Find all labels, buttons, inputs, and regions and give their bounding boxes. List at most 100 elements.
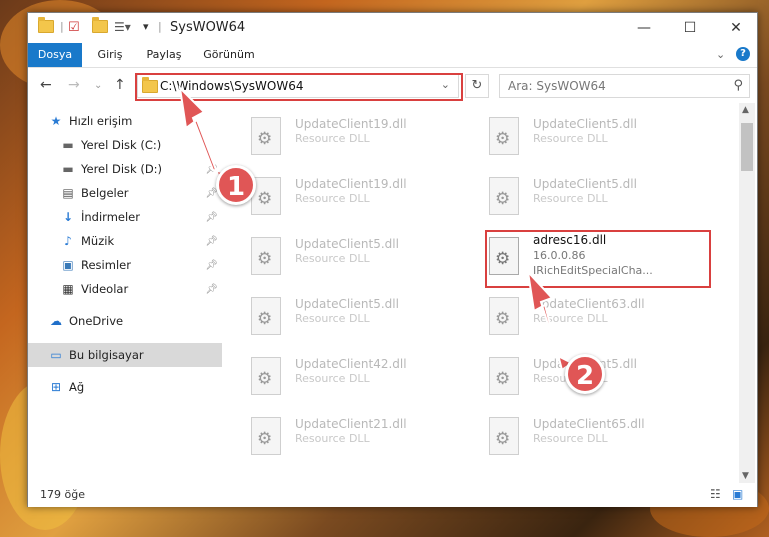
file-name: UpdateClient5.dll	[533, 177, 637, 191]
ribbon-expand-icon[interactable]: ⌄	[716, 48, 725, 61]
pin-icon[interactable]: 📌︎	[205, 236, 218, 247]
file-description: Resource DLL	[295, 312, 370, 325]
tab-file[interactable]: Dosya	[28, 43, 82, 67]
file-description: Resource DLL	[533, 432, 608, 445]
documents-icon: ▤	[62, 186, 74, 200]
new-folder-icon[interactable]	[92, 17, 108, 33]
nav-item-local-disk-d[interactable]: ▬ Yerel Disk (D:) 📌︎	[28, 157, 222, 181]
nav-item-music[interactable]: ♪ Müzik 📌︎	[28, 229, 222, 253]
recent-chevron-down-icon[interactable]: ⌄	[94, 80, 102, 91]
tab-home[interactable]: Giriş	[90, 43, 130, 67]
large-icons-view-icon[interactable]: ▣	[732, 487, 743, 501]
file-description: Resource DLL	[295, 132, 370, 145]
file-description: Resource DLL	[295, 252, 370, 265]
refresh-button[interactable]: ↻	[465, 74, 489, 98]
file-item[interactable]: UpdateClient21.dll Resource DLL	[243, 411, 473, 463]
status-bar: 179 öğe ☷ ▣	[28, 483, 757, 507]
help-icon[interactable]: ?	[736, 47, 750, 61]
search-input[interactable]: Ara: SysWOW64 ⚲	[499, 74, 750, 98]
pin-icon[interactable]: 📌︎	[205, 284, 218, 295]
scroll-up-icon[interactable]: ▲	[742, 105, 749, 115]
tab-view[interactable]: Görünüm	[198, 43, 260, 67]
scroll-thumb[interactable]	[741, 123, 753, 171]
pin-icon[interactable]: 📌︎	[205, 212, 218, 223]
cloud-icon: ☁	[50, 314, 62, 328]
file-name: UpdateClient19.dll	[295, 117, 407, 131]
file-name: UpdateClient5.dll	[295, 237, 399, 251]
item-count: 179 öğe	[40, 488, 85, 501]
nav-item-videos[interactable]: ▦ Videolar 📌︎	[28, 277, 222, 301]
ribbon-tabs: Dosya Giriş Paylaş Görünüm ⌄ ?	[28, 43, 757, 68]
file-item[interactable]: UpdateClient5.dll Resource DLL	[481, 171, 711, 223]
star-icon: ★	[50, 114, 62, 128]
file-description: Resource DLL	[533, 132, 608, 145]
nav-label: OneDrive	[69, 314, 124, 328]
video-icon: ▦	[62, 282, 74, 296]
pin-icon[interactable]: 📌︎	[205, 164, 218, 175]
nav-item-documents[interactable]: ▤ Belgeler 📌︎	[28, 181, 222, 205]
file-item[interactable]: UpdateClient5.dll Resource DLL	[243, 231, 473, 283]
dll-file-icon	[251, 297, 281, 335]
dll-file-icon	[489, 417, 519, 455]
music-icon: ♪	[64, 234, 72, 248]
file-name: UpdateClient19.dll	[295, 177, 407, 191]
folder-icon	[38, 17, 54, 33]
maximize-button[interactable]: ☐	[667, 13, 713, 43]
nav-item-quick-access[interactable]: ★ Hızlı erişim	[28, 109, 222, 133]
file-description: Resource DLL	[295, 432, 370, 445]
pin-icon[interactable]: 📌︎	[205, 260, 218, 271]
forward-arrow-icon[interactable]: →	[68, 77, 80, 93]
window-title: SysWOW64	[170, 20, 246, 35]
nav-item-onedrive[interactable]: ☁ OneDrive	[28, 309, 222, 333]
nav-item-pictures[interactable]: ▣ Resimler 📌︎	[28, 253, 222, 277]
file-description: Resource DLL	[295, 192, 370, 205]
file-name: UpdateClient42.dll	[295, 357, 407, 371]
nav-label: Resimler	[81, 258, 131, 272]
quick-access-dropdown-icon[interactable]: ▾	[143, 20, 149, 33]
file-item[interactable]: UpdateClient42.dll Resource DLL	[243, 351, 473, 403]
properties-icon[interactable]: ☑	[68, 20, 80, 35]
file-item[interactable]: UpdateClient63.dll Resource DLL	[481, 291, 711, 343]
file-list: UpdateClient19.dll Resource DLL UpdateCl…	[223, 103, 739, 483]
file-item[interactable]: UpdateClient19.dll Resource DLL	[243, 111, 473, 163]
file-highlight-box	[485, 230, 711, 288]
file-item[interactable]: UpdateClient65.dll Resource DLL	[481, 411, 711, 463]
nav-label: Videolar	[81, 282, 129, 296]
navigation-pane: ★ Hızlı erişim ▬ Yerel Disk (C:) ▬ Yerel…	[28, 103, 222, 473]
file-item[interactable]: UpdateClient19.dll Resource DLL	[243, 171, 473, 223]
title-bar: | ☑ ☰▾ ▾ | SysWOW64 — ☐ ✕	[28, 13, 757, 43]
nav-item-downloads[interactable]: ↓ İndirmeler 📌︎	[28, 205, 222, 229]
nav-item-network[interactable]: ⊞ Ağ	[28, 375, 222, 399]
nav-label: Ağ	[69, 380, 85, 394]
download-icon: ↓	[62, 210, 74, 224]
close-button[interactable]: ✕	[713, 13, 759, 43]
explorer-window: | ☑ ☰▾ ▾ | SysWOW64 — ☐ ✕ Dosya Giriş Pa…	[27, 12, 758, 507]
separator: |	[60, 20, 64, 33]
nav-item-local-disk-c[interactable]: ▬ Yerel Disk (C:)	[28, 133, 222, 157]
file-description: Resource DLL	[533, 312, 608, 325]
file-item[interactable]: UpdateClient5.dll Resource DLL	[243, 291, 473, 343]
file-name: UpdateClient5.dll	[533, 117, 637, 131]
back-arrow-icon[interactable]: ←	[40, 77, 52, 93]
dll-file-icon	[489, 117, 519, 155]
callout-badge-2: 2	[565, 354, 605, 394]
dll-file-icon	[251, 417, 281, 455]
address-highlight-box	[135, 73, 463, 101]
customize-icon[interactable]: ☰▾	[114, 20, 131, 34]
nav-label: Müzik	[81, 234, 115, 248]
dll-file-icon	[489, 297, 519, 335]
scroll-down-icon[interactable]: ▼	[742, 471, 749, 481]
details-view-icon[interactable]: ☷	[710, 487, 721, 501]
up-arrow-icon[interactable]: ↑	[114, 77, 126, 93]
tab-share[interactable]: Paylaş	[140, 43, 188, 67]
file-name: UpdateClient5.dll	[295, 297, 399, 311]
file-item[interactable]: UpdateClient5.dll Resource DLL	[481, 111, 711, 163]
file-description: Resource DLL	[533, 192, 608, 205]
file-name: UpdateClient65.dll	[533, 417, 645, 431]
search-icon[interactable]: ⚲	[733, 78, 743, 93]
file-description: Resource DLL	[295, 372, 370, 385]
vertical-scrollbar[interactable]: ▲ ▼	[739, 103, 755, 483]
minimize-button[interactable]: —	[621, 13, 667, 43]
nav-item-this-pc[interactable]: ▭ Bu bilgisayar	[28, 343, 222, 367]
dll-file-icon	[251, 237, 281, 275]
